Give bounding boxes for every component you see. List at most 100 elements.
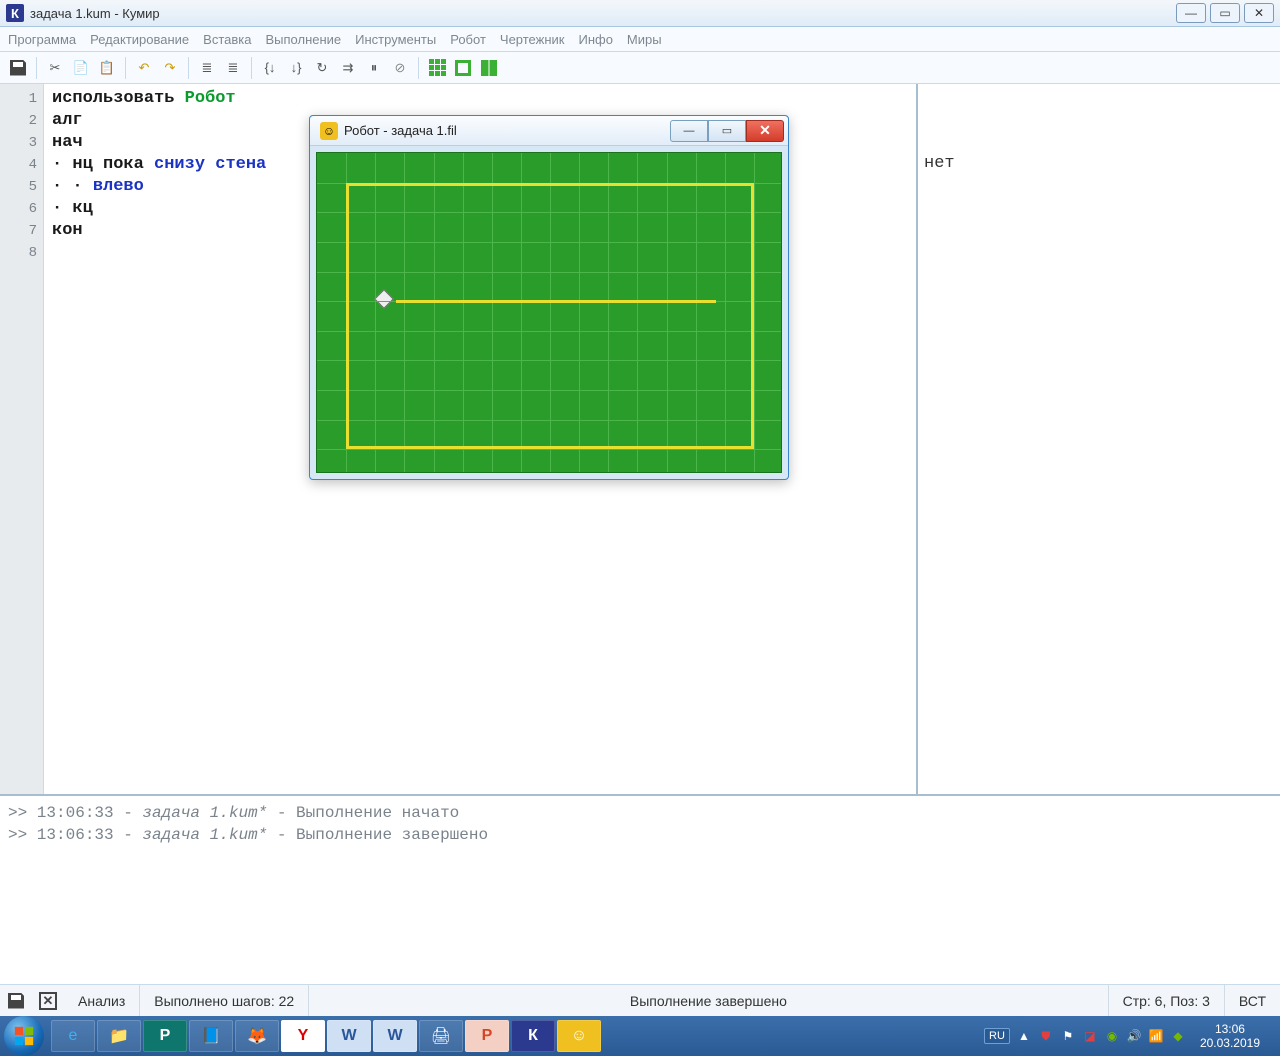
app-icon: К <box>6 4 24 22</box>
step-out-button[interactable]: ↓} <box>284 56 308 80</box>
windows-logo-icon <box>13 1025 35 1047</box>
pause-button[interactable]: ⏸ <box>362 56 386 80</box>
task-app1[interactable]: 📘 <box>189 1020 233 1052</box>
line-number: 7 <box>0 220 37 242</box>
code-text: · · <box>52 177 93 196</box>
tray-app-icon[interactable]: ◪ <box>1082 1028 1098 1044</box>
stop-button[interactable]: ⊘ <box>388 56 412 80</box>
line-number: 4 <box>0 154 37 176</box>
line-number: 5 <box>0 176 37 198</box>
status-x-icon[interactable]: ✕ <box>36 992 60 1010</box>
minimize-button[interactable]: — <box>1176 3 1206 23</box>
task-word2[interactable]: W <box>373 1020 417 1052</box>
line-number: 3 <box>0 132 37 154</box>
tray-network-icon[interactable]: 📶 <box>1148 1028 1164 1044</box>
robot-close-button[interactable]: ✕ <box>746 120 784 142</box>
maximize-button[interactable]: ▭ <box>1210 3 1240 23</box>
menu-robot[interactable]: Робот <box>450 32 486 47</box>
console-line: >> 13:06:33 - задача 1.kum* - Выполнение… <box>8 824 1272 846</box>
split-icon <box>481 60 497 76</box>
task-printer[interactable]: 🖨 <box>419 1020 463 1052</box>
undo-button[interactable]: ↶ <box>132 56 156 80</box>
separator <box>418 57 419 79</box>
view-border-button[interactable] <box>451 56 475 80</box>
copy-button[interactable]: 📄 <box>69 56 93 80</box>
separator <box>125 57 126 79</box>
tray-volume-icon[interactable]: 🔊 <box>1126 1028 1142 1044</box>
task-ie[interactable]: e <box>51 1020 95 1052</box>
grid-icon <box>429 59 446 76</box>
task-publisher[interactable]: P <box>143 1020 187 1052</box>
console-panel[interactable]: >> 13:06:33 - задача 1.kum* - Выполнение… <box>0 794 1280 984</box>
task-robot[interactable]: ☺ <box>557 1020 601 1052</box>
task-firefox[interactable]: 🦊 <box>235 1020 279 1052</box>
windows-taskbar: e 📁 P 📘 🦊 Y W W 🖨 P К ☺ RU ▲ ⛊ ⚑ ◪ ◉ 🔊 📶… <box>0 1016 1280 1056</box>
view-grid-button[interactable] <box>425 56 449 80</box>
close-button[interactable]: ✕ <box>1244 3 1274 23</box>
tray-shield-icon[interactable]: ⛊ <box>1038 1028 1054 1044</box>
toolbar: ✂ 📄 📋 ↶ ↷ ≣ ≣ {↓ ↓} ↻ ⇉ ⏸ ⊘ <box>0 52 1280 84</box>
status-cursor-pos: Стр: 6, Поз: 3 <box>1108 985 1224 1016</box>
indent-button[interactable]: ≣ <box>221 56 245 80</box>
system-tray: RU ▲ ⛊ ⚑ ◪ ◉ 🔊 📶 ◆ 13:06 20.03.2019 <box>976 1022 1276 1050</box>
task-yandex[interactable]: Y <box>281 1020 325 1052</box>
menu-edit[interactable]: Редактирование <box>90 32 189 47</box>
task-powerpoint[interactable]: P <box>465 1020 509 1052</box>
start-button[interactable] <box>4 1016 44 1056</box>
line-gutter: 1 2 3 4 5 6 7 8 <box>0 84 44 794</box>
tray-flag-icon[interactable]: ▲ <box>1016 1028 1032 1044</box>
tray-misc-icon[interactable]: ◆ <box>1170 1028 1186 1044</box>
task-kumir[interactable]: К <box>511 1020 555 1052</box>
view-split-button[interactable] <box>477 56 501 80</box>
menu-worlds[interactable]: Миры <box>627 32 662 47</box>
menu-bar: Программа Редактирование Вставка Выполне… <box>0 27 1280 52</box>
robot-maximize-button[interactable]: ▭ <box>708 120 746 142</box>
task-word1[interactable]: W <box>327 1020 371 1052</box>
robot-titlebar[interactable]: ☺ Робот - задача 1.fil — ▭ ✕ <box>310 116 788 146</box>
status-insert-mode: ВСТ <box>1224 985 1280 1016</box>
window-titlebar: К задача 1.kum - Кумир — ▭ ✕ <box>0 0 1280 27</box>
tray-nvidia-icon[interactable]: ◉ <box>1104 1028 1120 1044</box>
code-command: влево <box>93 177 144 196</box>
code-text: · нц пока <box>52 155 154 174</box>
save-button[interactable] <box>6 56 30 80</box>
taskbar-clock[interactable]: 13:06 20.03.2019 <box>1192 1022 1268 1050</box>
robot-icon: ☺ <box>320 122 338 140</box>
separator <box>188 57 189 79</box>
paste-button[interactable]: 📋 <box>95 56 119 80</box>
menu-program[interactable]: Программа <box>8 32 76 47</box>
menu-draftsman[interactable]: Чертежник <box>500 32 565 47</box>
output-text: нет <box>924 154 955 173</box>
status-analysis: Анализ <box>64 985 139 1016</box>
run-fast-button[interactable]: ⇉ <box>336 56 360 80</box>
redo-button[interactable]: ↷ <box>158 56 182 80</box>
status-save-icon[interactable] <box>4 993 28 1009</box>
line-number: 2 <box>0 110 37 132</box>
run-button[interactable]: ↻ <box>310 56 334 80</box>
separator <box>36 57 37 79</box>
menu-execute[interactable]: Выполнение <box>265 32 341 47</box>
console-line: >> 13:06:33 - задача 1.kum* - Выполнение… <box>8 802 1272 824</box>
code-condition: снизу стена <box>154 155 266 174</box>
menu-info[interactable]: Инфо <box>578 32 612 47</box>
robot-minimize-button[interactable]: — <box>670 120 708 142</box>
window-title: задача 1.kum - Кумир <box>30 6 1176 21</box>
line-number: 8 <box>0 242 37 264</box>
robot-window[interactable]: ☺ Робот - задача 1.fil — ▭ ✕ <box>309 115 789 480</box>
menu-insert[interactable]: Вставка <box>203 32 251 47</box>
robot-field[interactable] <box>316 152 782 473</box>
menu-tools[interactable]: Инструменты <box>355 32 436 47</box>
cut-button[interactable]: ✂ <box>43 56 67 80</box>
tray-action-icon[interactable]: ⚑ <box>1060 1028 1076 1044</box>
robot-window-title: Робот - задача 1.fil <box>344 123 670 138</box>
step-in-button[interactable]: {↓ <box>258 56 282 80</box>
status-message: Выполнение завершено <box>308 985 1107 1016</box>
status-bar: ✕ Анализ Выполнено шагов: 22 Выполнение … <box>0 984 1280 1016</box>
status-steps: Выполнено шагов: 22 <box>139 985 308 1016</box>
task-explorer[interactable]: 📁 <box>97 1020 141 1052</box>
clock-time: 13:06 <box>1200 1022 1260 1036</box>
language-indicator[interactable]: RU <box>984 1028 1010 1044</box>
clock-date: 20.03.2019 <box>1200 1036 1260 1050</box>
outdent-button[interactable]: ≣ <box>195 56 219 80</box>
line-number: 1 <box>0 88 37 110</box>
